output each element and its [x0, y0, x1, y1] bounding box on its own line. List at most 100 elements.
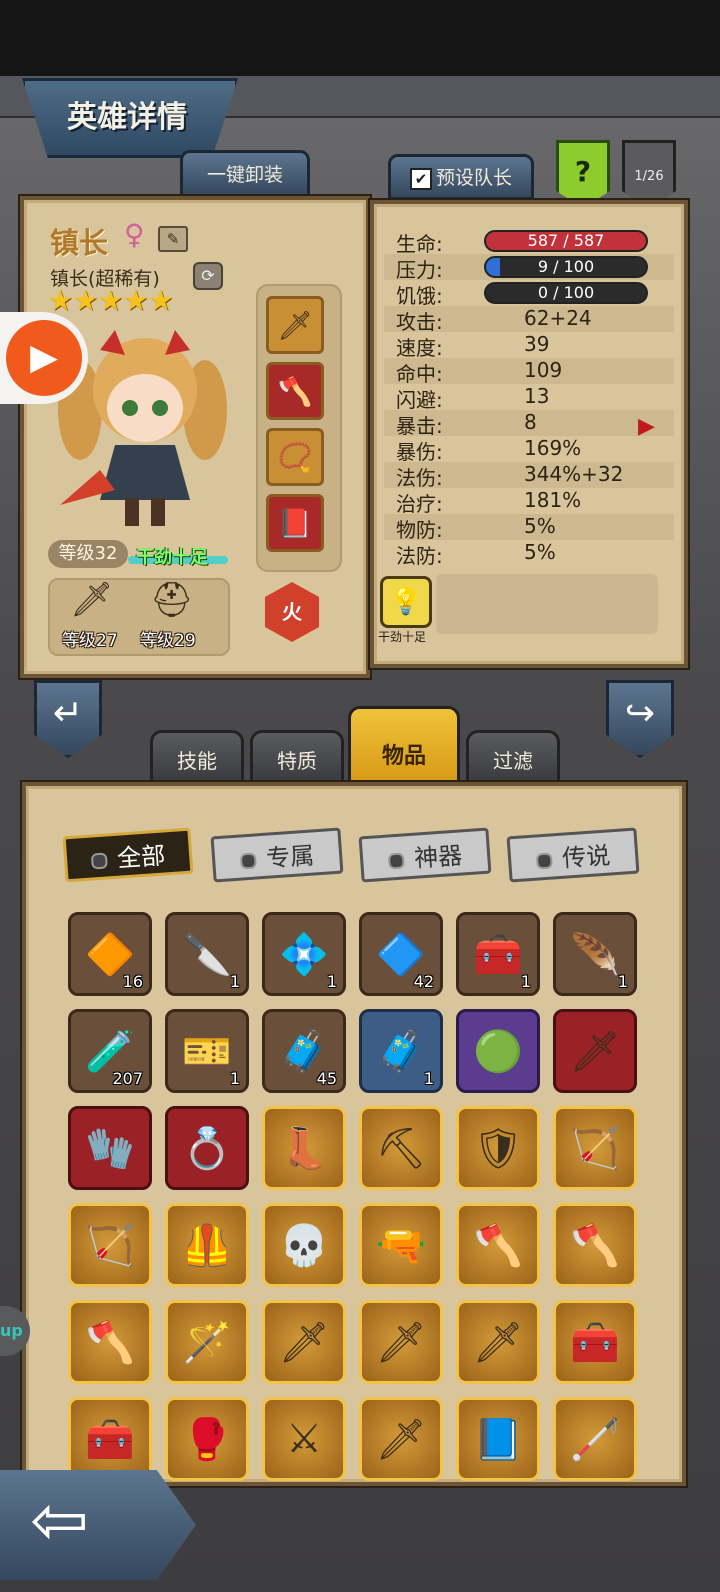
item-count: 1	[229, 972, 240, 991]
item-slot[interactable]: 🪶 1	[553, 912, 637, 996]
curved-blade-icon: 🗡	[278, 1319, 330, 1366]
floating-video-button[interactable]: ▶	[0, 312, 88, 404]
armor-helmet-icon[interactable]: ⛑	[150, 580, 193, 620]
weapon-sword-icon[interactable]: 🗡	[70, 580, 113, 620]
item-slot[interactable]: 🗡	[456, 1300, 540, 1384]
radio-dot-icon	[90, 852, 108, 870]
item-slot[interactable]: ⛏	[359, 1106, 443, 1190]
back-button[interactable]: ⇦	[0, 1470, 196, 1580]
filter-legendary[interactable]: 传说	[506, 827, 640, 883]
stat-label: 生命:	[396, 232, 443, 256]
battle-axe-icon: 🪓	[570, 1222, 620, 1269]
blue-potion-icon: 🧪	[85, 1028, 135, 1075]
stat-value: 9 / 100	[537, 257, 595, 276]
trait-slot-area	[436, 574, 658, 634]
stat-label: 暴击:	[396, 414, 443, 438]
item-slot[interactable]: 🦺	[165, 1203, 249, 1287]
item-slot[interactable]: 🧤	[68, 1106, 152, 1190]
more-stats-arrow-icon[interactable]: ▶	[638, 414, 655, 439]
item-slot[interactable]: ⚔	[262, 1397, 346, 1481]
item-slot[interactable]: 🏹	[553, 1106, 637, 1190]
stat-label: 压力:	[396, 258, 443, 282]
tab-filter[interactable]: 过滤	[466, 730, 560, 788]
edit-name-icon[interactable]: ✎	[158, 226, 188, 252]
trait-icon[interactable]: 💡	[380, 576, 432, 628]
preset-leader-toggle[interactable]: ✔ 预设队长	[388, 154, 534, 200]
item-slot[interactable]: 🪓	[553, 1203, 637, 1287]
item-slot[interactable]: 👢	[262, 1106, 346, 1190]
filter-artifact[interactable]: 神器	[358, 827, 492, 883]
chisel-knife-icon: 🔪	[182, 931, 232, 978]
filter-exclusive[interactable]: 专属	[210, 827, 344, 883]
item-slot[interactable]: 🗡	[262, 1300, 346, 1384]
medkit-icon: 🧰	[85, 1416, 135, 1463]
item-slot[interactable]: 🏹	[68, 1203, 152, 1287]
item-count: 45	[316, 1069, 337, 1088]
item-slot[interactable]: 🛡	[456, 1106, 540, 1190]
filter-legendary-label: 传说	[561, 841, 612, 873]
tab-traits[interactable]: 特质	[250, 730, 344, 788]
stat-value: 181%	[524, 488, 582, 512]
item-count: 1	[326, 972, 337, 991]
weapon-level: 等级27	[62, 631, 118, 651]
spiked-gauntlet-icon: 🥊	[182, 1416, 232, 1463]
battle-axe-icon: 🪓	[473, 1222, 523, 1269]
item-slot[interactable]: 💠 1	[262, 912, 346, 996]
item-slot[interactable]: 📘	[456, 1397, 540, 1481]
filter-all[interactable]: 全部	[62, 827, 194, 883]
item-slot[interactable]: 🪄	[165, 1300, 249, 1384]
cleaver-sword-icon: 🗡	[375, 1319, 427, 1366]
item-slot[interactable]: 🧰 1	[456, 912, 540, 996]
item-slot[interactable]: 🗡	[359, 1300, 443, 1384]
item-slot[interactable]: 🗡	[553, 1009, 637, 1093]
stat-bar-fill	[486, 258, 501, 276]
item-slot[interactable]: 🧳 1	[359, 1009, 443, 1093]
golden-gauntlet-icon: 🧤	[85, 1125, 135, 1172]
ornate-pendant-icon[interactable]: 📿	[266, 428, 324, 486]
item-slot[interactable]: 🗡	[359, 1397, 443, 1481]
item-slot[interactable]: 💀	[262, 1203, 346, 1287]
crossbow-icon: 🏹	[570, 1125, 620, 1172]
ice-sword-icon[interactable]: 🗡	[266, 296, 324, 354]
item-slot[interactable]: 🦯	[553, 1397, 637, 1481]
wooden-chest-icon: 🧳	[279, 1028, 329, 1075]
item-slot[interactable]: 🔪 1	[165, 912, 249, 996]
item-count: 1	[617, 972, 628, 991]
item-slot[interactable]: 🥊	[165, 1397, 249, 1481]
hero-level: 等级32	[48, 540, 128, 568]
item-slot[interactable]: 🔶 16	[68, 912, 152, 996]
stat-label: 法防:	[396, 544, 443, 568]
medkit-icon: 🧰	[570, 1319, 620, 1366]
item-slot[interactable]: 🧳 45	[262, 1009, 346, 1093]
item-slot[interactable]: 🧰	[553, 1300, 637, 1384]
rune-book-icon: 📘	[473, 1416, 523, 1463]
back-arrow-icon: ⇦	[30, 1479, 89, 1561]
status-bar	[0, 0, 720, 76]
rifle-icon: 🔫	[376, 1222, 426, 1269]
item-slot[interactable]: 🔷 42	[359, 912, 443, 996]
blue-chest-icon: 🧳	[376, 1028, 426, 1075]
item-slot[interactable]: 🧪 207	[68, 1009, 152, 1093]
skull-cloak-icon: 💀	[279, 1222, 329, 1269]
item-slot[interactable]: 🪓	[456, 1203, 540, 1287]
item-slot[interactable]: 🪓	[68, 1300, 152, 1384]
red-spellbook-icon[interactable]: 📕	[266, 494, 324, 552]
unequip-all-button[interactable]: 一键卸装	[180, 150, 310, 198]
item-slot[interactable]: 🟢	[456, 1009, 540, 1093]
tab-items[interactable]: 物品	[348, 706, 460, 784]
golden-feather-icon: 🪶	[570, 931, 620, 978]
filter-all-label: 全部	[116, 841, 167, 873]
golden-axe-icon[interactable]: 🪓	[266, 362, 324, 420]
item-slot[interactable]: 💍	[165, 1106, 249, 1190]
item-slot[interactable]: 🎫 1	[165, 1009, 249, 1093]
orange-rune-gem-icon: 🔶	[85, 931, 135, 978]
tab-skills[interactable]: 技能	[150, 730, 244, 788]
bloody-katana-icon: 🗡	[375, 1416, 427, 1463]
filter-artifact-label: 神器	[413, 841, 464, 873]
blue-crystal-pile-icon: 💠	[279, 931, 329, 978]
stat-bar: 9 / 100	[484, 256, 648, 278]
checkbox-icon: ✔	[409, 167, 432, 190]
item-slot[interactable]: 🧰	[68, 1397, 152, 1481]
item-slot[interactable]: 🔫	[359, 1203, 443, 1287]
refresh-icon[interactable]: ⟳	[193, 262, 223, 290]
